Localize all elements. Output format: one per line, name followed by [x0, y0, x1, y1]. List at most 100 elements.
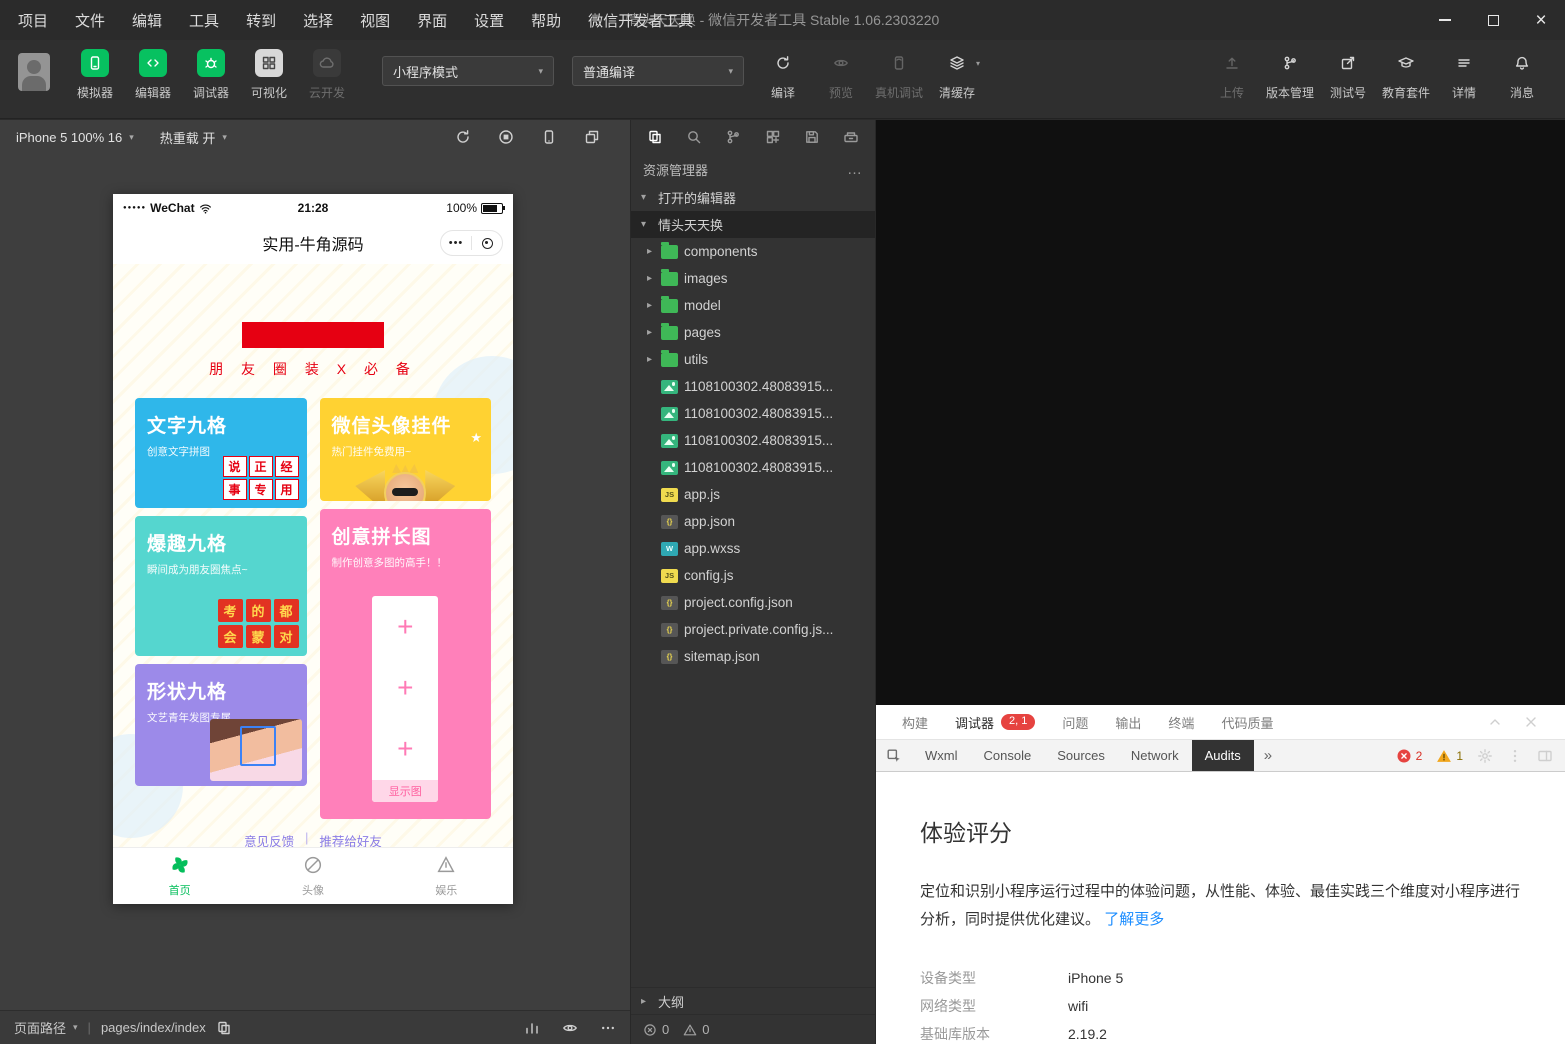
console-warning-count[interactable]: 1 — [1436, 748, 1463, 764]
panel-tab-输出[interactable]: 输出 — [1115, 713, 1141, 732]
panel-tab-构建[interactable]: 构建 — [902, 713, 928, 732]
files-button[interactable] — [647, 129, 663, 145]
tab-头像[interactable]: 头像 — [246, 848, 379, 904]
tree-item-1108100302.48083915...[interactable]: 1108100302.48083915... — [631, 454, 875, 481]
card-爆趣九格[interactable]: 爆趣九格瞬间成为朋友圈焦点~考的都会蒙对 — [135, 516, 307, 656]
toolbar-button-模拟器[interactable]: 模拟器 — [66, 47, 124, 101]
tree-item-utils[interactable]: ▸utils — [631, 346, 875, 373]
stop-button[interactable] — [498, 129, 514, 145]
panel-tab-问题[interactable]: 问题 — [1062, 713, 1088, 732]
mode-select[interactable]: 小程序模式 ▾ — [382, 56, 554, 86]
perf-button[interactable] — [524, 1020, 540, 1036]
toolbar-button-详情[interactable]: 详情 — [1435, 47, 1493, 101]
card-微信头像挂件[interactable]: 微信头像挂件热门挂件免费用~★ — [320, 398, 492, 501]
tree-item-images[interactable]: ▸images — [631, 265, 875, 292]
tab-首页[interactable]: 首页 — [113, 848, 246, 904]
footer-link-推荐给好友[interactable]: 推荐给好友 — [319, 831, 382, 847]
capsule-menu-button[interactable]: ••• — [441, 231, 471, 255]
devtools-tab-Audits[interactable]: Audits — [1192, 740, 1254, 771]
devtools-tab-Network[interactable]: Network — [1118, 740, 1192, 771]
toolbar-button-编译[interactable]: 编译 — [754, 47, 812, 101]
tab-娱乐[interactable]: 娱乐 — [380, 848, 513, 904]
tree-item-config.js[interactable]: JSconfig.js — [631, 562, 875, 589]
tree-item-sitemap.json[interactable]: {}sitemap.json — [631, 643, 875, 670]
toolbar-button-测试号[interactable]: 测试号 — [1319, 47, 1377, 101]
console-error-count[interactable]: 2 — [1396, 748, 1423, 764]
tree-item-app.js[interactable]: JSapp.js — [631, 481, 875, 508]
toolbar-button-调试器[interactable]: 调试器 — [182, 47, 240, 101]
panel-tab-代码质量[interactable]: 代码质量 — [1221, 713, 1273, 732]
tree-item-components[interactable]: ▸components — [631, 238, 875, 265]
devtools-menu-button[interactable] — [1507, 748, 1523, 764]
menu-编辑[interactable]: 编辑 — [132, 10, 162, 31]
tree-item-app.json[interactable]: {}app.json — [631, 508, 875, 535]
device-button[interactable] — [541, 129, 557, 145]
branch-button[interactable] — [725, 129, 741, 145]
learn-more-link[interactable]: 了解更多 — [1104, 911, 1164, 928]
menu-设置[interactable]: 设置 — [474, 10, 504, 31]
plus-icon[interactable]: + — [372, 657, 438, 718]
open-editors-section[interactable]: ▾ 打开的编辑器 — [631, 184, 875, 211]
module-button[interactable] — [765, 129, 781, 145]
container-button[interactable] — [843, 129, 859, 145]
toolbar-button-消息[interactable]: 消息 — [1493, 47, 1551, 101]
devtools-tab-Wxml[interactable]: Wxml — [912, 740, 971, 771]
project-root-item[interactable]: ▾ 情头天天换 — [631, 211, 875, 238]
toolbar-button-教育套件[interactable]: 教育套件 — [1377, 47, 1435, 101]
toolbar-button-可视化[interactable]: 可视化 — [240, 47, 298, 101]
minimize-button[interactable] — [1421, 0, 1469, 40]
windows-button[interactable] — [584, 129, 600, 145]
menu-帮助[interactable]: 帮助 — [531, 10, 561, 31]
tree-item-1108100302.48083915...[interactable]: 1108100302.48083915... — [631, 427, 875, 454]
search-button[interactable] — [686, 129, 702, 145]
page-path-selector[interactable]: 页面路径 ▾ — [14, 1018, 78, 1037]
eye-button[interactable] — [562, 1020, 578, 1036]
toolbar-button-清缓存[interactable]: ▾清缓存 — [928, 47, 986, 101]
tree-item-project.private.config.js...[interactable]: {}project.private.config.js... — [631, 616, 875, 643]
menu-工具[interactable]: 工具 — [189, 10, 219, 31]
menu-项目[interactable]: 项目 — [18, 10, 48, 31]
card-形状九格[interactable]: 形状九格文艺青年发图专属 — [135, 664, 307, 786]
footer-link-意见反馈[interactable]: 意见反馈 — [244, 831, 294, 847]
outline-section[interactable]: ▸ 大纲 — [631, 987, 875, 1014]
tree-item-pages[interactable]: ▸pages — [631, 319, 875, 346]
user-avatar[interactable] — [18, 53, 50, 91]
toolbar-button-版本管理[interactable]: 版本管理 — [1261, 47, 1319, 101]
menu-微信开发者工具[interactable]: 微信开发者工具 — [588, 10, 693, 31]
tree-item-1108100302.48083915...[interactable]: 1108100302.48083915... — [631, 400, 875, 427]
save-button[interactable] — [804, 129, 820, 145]
panel-tab-终端[interactable]: 终端 — [1168, 713, 1194, 732]
close-panel-button[interactable] — [1523, 714, 1539, 730]
tree-item-model[interactable]: ▸model — [631, 292, 875, 319]
close-button[interactable]: × — [1517, 0, 1565, 40]
menu-转到[interactable]: 转到 — [246, 10, 276, 31]
more-button[interactable] — [600, 1020, 616, 1036]
capsule-close-button[interactable] — [472, 231, 502, 255]
devtools-tab-Sources[interactable]: Sources — [1044, 740, 1118, 771]
dock-side-button[interactable] — [1537, 748, 1553, 764]
compile-mode-select[interactable]: 普通编译 ▾ — [572, 56, 744, 86]
tree-item-1108100302.48083915...[interactable]: 1108100302.48083915... — [631, 373, 875, 400]
toolbar-button-编辑器[interactable]: 编辑器 — [124, 47, 182, 101]
devtools-settings-button[interactable] — [1477, 748, 1493, 764]
hot-reload-toggle[interactable]: 热重载 开 ▾ — [160, 128, 227, 147]
plus-icon[interactable]: + — [372, 596, 438, 657]
devtools-tab-Console[interactable]: Console — [971, 740, 1045, 771]
restart-button[interactable] — [455, 129, 471, 145]
copy-path-button[interactable] — [216, 1020, 232, 1036]
maximize-button[interactable] — [1469, 0, 1517, 40]
menu-视图[interactable]: 视图 — [360, 10, 390, 31]
tree-item-app.wxss[interactable]: Wapp.wxss — [631, 535, 875, 562]
plus-icon[interactable]: + — [372, 719, 438, 780]
collapse-panel-button[interactable] — [1487, 714, 1503, 730]
tree-item-project.config.json[interactable]: {}project.config.json — [631, 589, 875, 616]
device-selector[interactable]: iPhone 5 100% 16 ▾ — [16, 130, 134, 145]
overflow-tabs-button[interactable]: » — [1254, 740, 1282, 771]
card-创意拼长图[interactable]: 创意拼长图制作创意多图的高手！！+++显示图 — [320, 509, 492, 819]
panel-tab-调试器[interactable]: 调试器2, 1 — [955, 713, 1035, 732]
menu-选择[interactable]: 选择 — [303, 10, 333, 31]
menu-文件[interactable]: 文件 — [75, 10, 105, 31]
card-文字九格[interactable]: 文字九格创意文字拼图说正经事专用 — [135, 398, 307, 508]
inspect-element-button[interactable] — [876, 740, 912, 771]
more-actions-icon[interactable]: … — [847, 161, 863, 178]
